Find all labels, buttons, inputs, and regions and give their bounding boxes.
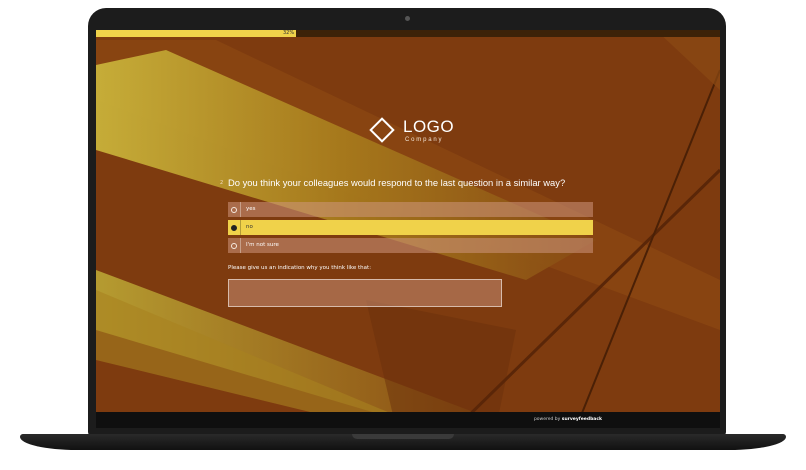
reason-textarea[interactable] xyxy=(228,279,502,307)
company-logo: LOGO Company xyxy=(369,117,459,149)
option-no[interactable]: no xyxy=(228,220,593,235)
question-text: Do you think your colleagues would respo… xyxy=(228,177,566,188)
radio-cell xyxy=(228,202,241,217)
radio-button[interactable] xyxy=(231,206,237,213)
progress-bar: 32% xyxy=(96,30,720,37)
option-label: no xyxy=(246,224,253,230)
survey-screen: 32% LOGO Company 2 Do you think your col… xyxy=(96,30,720,428)
progress-percent: 32% xyxy=(283,30,295,36)
radio-cell xyxy=(228,220,241,235)
camera-icon xyxy=(405,16,410,21)
option-yes[interactable]: yes xyxy=(228,202,593,217)
radio-cell xyxy=(228,238,241,253)
option-not-sure[interactable]: I'm not sure xyxy=(228,238,593,253)
diamond-logo-icon xyxy=(369,117,395,143)
powered-by-prefix: powered by xyxy=(533,417,561,422)
radio-button[interactable] xyxy=(231,224,237,231)
reason-label: Please give us an indication why you thi… xyxy=(228,265,372,271)
option-label: yes xyxy=(246,206,256,212)
footer-bar: powered by surveyfeedback xyxy=(96,412,720,428)
laptop-notch xyxy=(352,434,454,439)
question-number: 2 xyxy=(220,180,224,186)
radio-button[interactable] xyxy=(231,242,237,249)
logo-title: LOGO xyxy=(403,117,455,136)
powered-by-brand: surveyfeedback xyxy=(561,417,602,422)
logo-subtitle: Company xyxy=(405,137,444,143)
option-label: I'm not sure xyxy=(246,242,279,248)
powered-by[interactable]: powered by surveyfeedback xyxy=(534,412,602,428)
progress-fill xyxy=(96,30,296,37)
